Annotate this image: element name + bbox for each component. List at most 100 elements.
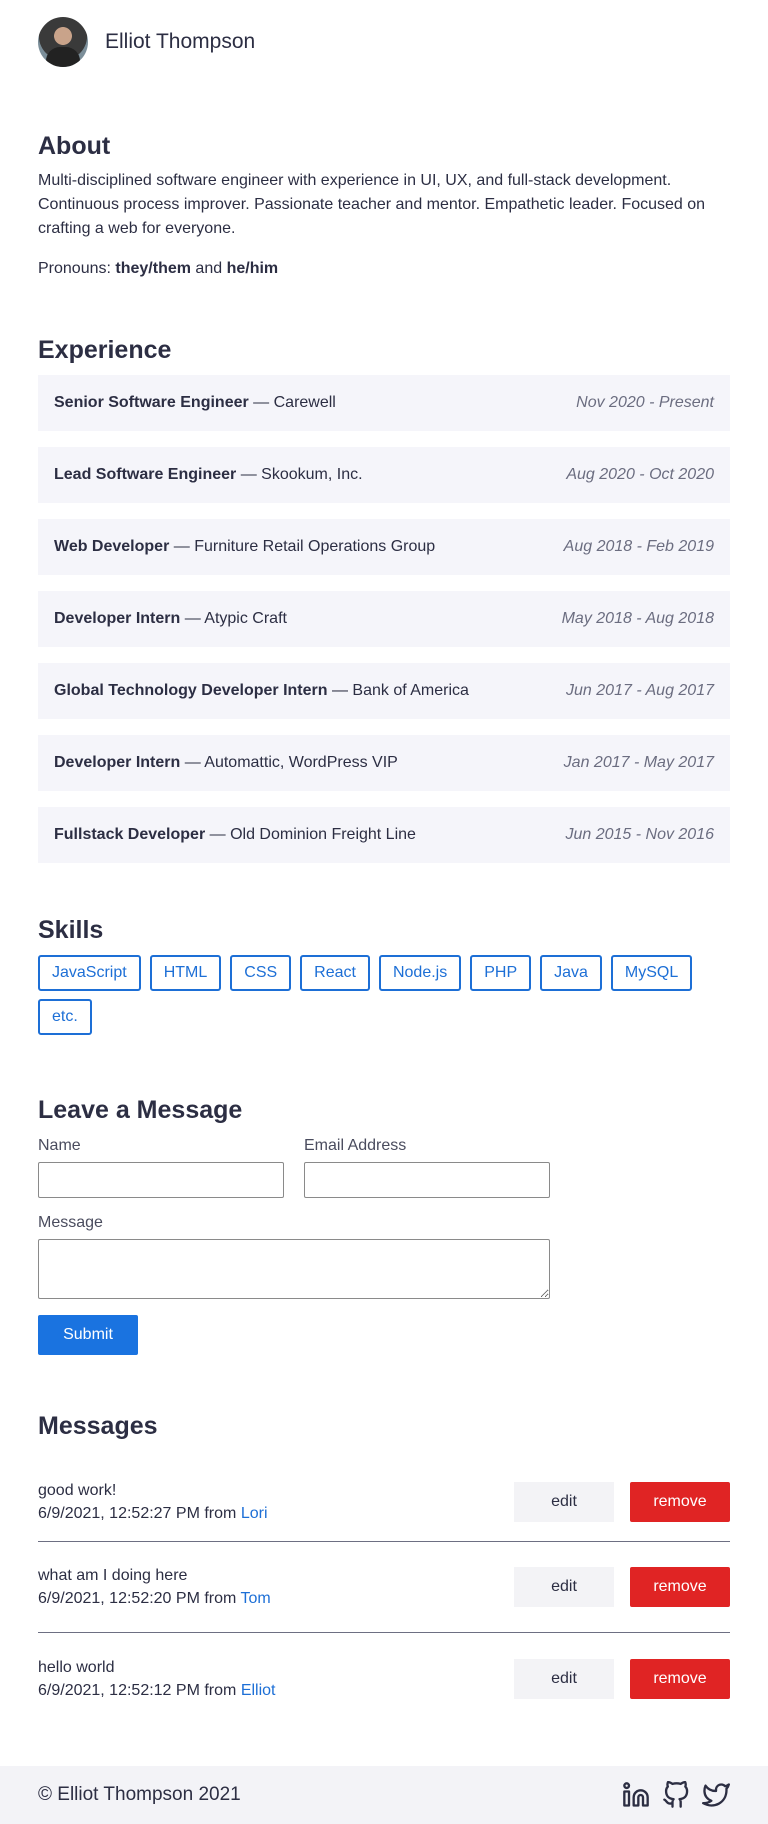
message-author-link[interactable]: Tom bbox=[241, 1590, 271, 1607]
skill-chip: MySQL bbox=[610, 955, 693, 991]
skill-chip: JavaScript bbox=[38, 955, 141, 991]
experience-title: Senior Software Engineer — Carewell bbox=[54, 394, 336, 411]
skills-section: Skills JavaScript HTML CSS React Node.js PHP J… bbox=[38, 916, 730, 1043]
experience-item: Senior Software Engineer — Carewell Nov 2… bbox=[38, 375, 730, 431]
experience-section: Experience Senior Software Engineer — Ca… bbox=[38, 336, 730, 879]
message-actions: edit remove bbox=[514, 1567, 730, 1607]
message-text: hello world bbox=[38, 1658, 115, 1676]
experience-role: Developer Intern bbox=[54, 754, 181, 771]
experience-dates: May 2018 - Aug 2018 bbox=[561, 610, 714, 627]
skill-chip: HTML bbox=[149, 955, 222, 991]
name-input[interactable] bbox=[38, 1162, 284, 1198]
message-from-label: from bbox=[204, 1681, 237, 1699]
experience-role: Developer Intern bbox=[54, 610, 181, 627]
message-item: good work! 6/9/2021, 12:52:27 PM from Lor… bbox=[38, 1463, 730, 1542]
experience-title: Global Technology Developer Intern — Ban… bbox=[54, 682, 469, 699]
message-timestamp: 6/9/2021, 12:52:27 PM bbox=[38, 1505, 200, 1522]
edit-button[interactable]: edit bbox=[514, 1567, 614, 1607]
message-actions: edit remove bbox=[514, 1482, 730, 1522]
skill-chip: Node.js bbox=[378, 955, 462, 991]
message-author-link[interactable]: Elliot bbox=[241, 1682, 276, 1699]
pronoun-they: they/them bbox=[115, 260, 191, 277]
about-bio: Multi-disciplined software engineer with… bbox=[38, 172, 706, 237]
messages-list: good work! 6/9/2021, 12:52:27 PM from Lor… bbox=[38, 1463, 730, 1724]
experience-item: Web Developer — Furniture Retail Operati… bbox=[38, 519, 730, 575]
message-actions: edit remove bbox=[514, 1658, 730, 1699]
message-meta: 6/9/2021, 12:52:12 PM from Elliot bbox=[38, 1679, 276, 1702]
experience-title: Web Developer — Furniture Retail Operati… bbox=[54, 538, 436, 555]
skill-chip: etc. bbox=[38, 999, 92, 1035]
form-heading: Leave a Message bbox=[38, 1096, 243, 1124]
experience-title: Lead Software Engineer — Skookum, Inc. bbox=[54, 466, 363, 483]
message-field-group: Message bbox=[38, 1214, 550, 1299]
experience-role: Web Developer bbox=[54, 538, 170, 555]
experience-company: Automattic, WordPress VIP bbox=[204, 754, 398, 771]
avatar bbox=[38, 17, 88, 67]
message-meta: 6/9/2021, 12:52:27 PM from Lori bbox=[38, 1502, 268, 1525]
name-label: Name bbox=[38, 1137, 81, 1154]
pronouns: Pronouns: they/them and he/him bbox=[38, 257, 730, 281]
messages-section: Messages good work! 6/9/2021, 12:52:27 PM… bbox=[38, 1412, 730, 1724]
message-textarea[interactable] bbox=[38, 1239, 550, 1299]
experience-dates: Jan 2017 - May 2017 bbox=[563, 754, 714, 771]
message-meta: 6/9/2021, 12:52:20 PM from Tom bbox=[38, 1587, 271, 1610]
twitter-icon[interactable] bbox=[702, 1781, 730, 1809]
experience-company: Bank of America bbox=[352, 682, 469, 699]
message-form: Leave a Message Name Email Address Messa… bbox=[38, 1096, 730, 1355]
experience-item: Lead Software Engineer — Skookum, Inc. Au… bbox=[38, 447, 730, 503]
experience-company: Old Dominion Freight Line bbox=[230, 826, 416, 843]
pronouns-label: Pronouns: bbox=[38, 260, 111, 277]
message-timestamp: 6/9/2021, 12:52:20 PM bbox=[38, 1590, 200, 1607]
experience-title: Developer Intern — Automattic, WordPress… bbox=[54, 754, 398, 771]
message-text: what am I doing here bbox=[38, 1567, 188, 1584]
experience-role: Fullstack Developer bbox=[54, 826, 206, 843]
experience-dates: Jun 2017 - Aug 2017 bbox=[566, 682, 714, 699]
experience-item: Developer Intern — Automattic, WordPress… bbox=[38, 735, 730, 791]
skill-chip: PHP bbox=[470, 955, 532, 991]
edit-button[interactable]: edit bbox=[514, 1482, 614, 1522]
messages-heading: Messages bbox=[38, 1412, 158, 1440]
message-item: what am I doing here 6/9/2021, 12:52:20 P… bbox=[38, 1542, 730, 1633]
skill-chip: Java bbox=[540, 955, 602, 991]
experience-dates: Aug 2018 - Feb 2019 bbox=[563, 538, 714, 555]
message-from-label: from bbox=[204, 1505, 237, 1522]
skill-chip: React bbox=[300, 955, 370, 991]
experience-item: Global Technology Developer Intern — Ban… bbox=[38, 663, 730, 719]
message-text: good work! bbox=[38, 1482, 117, 1499]
experience-company: Carewell bbox=[273, 394, 336, 411]
experience-role: Senior Software Engineer bbox=[54, 394, 249, 411]
remove-button[interactable]: remove bbox=[630, 1658, 730, 1699]
experience-company: Atypic Craft bbox=[204, 610, 287, 627]
site-name[interactable]: Elliot Thompson bbox=[105, 30, 255, 54]
pronoun-he: he/him bbox=[226, 260, 279, 277]
experience-item: Developer Intern — Atypic Craft May 2018 … bbox=[38, 591, 730, 647]
message-timestamp: 6/9/2021, 12:52:12 PM bbox=[38, 1681, 200, 1699]
experience-company: Skookum, Inc. bbox=[261, 466, 363, 483]
linkedin-icon[interactable] bbox=[622, 1781, 650, 1809]
experience-heading: Experience bbox=[38, 336, 172, 364]
email-input[interactable] bbox=[304, 1162, 550, 1198]
name-field-group: Name bbox=[38, 1137, 284, 1198]
submit-button[interactable]: Submit bbox=[38, 1315, 138, 1355]
message-body: hello world 6/9/2021, 12:52:12 PM from El… bbox=[38, 1656, 276, 1702]
edit-button[interactable]: edit bbox=[514, 1658, 614, 1699]
email-field-group: Email Address bbox=[304, 1137, 550, 1198]
remove-button[interactable]: remove bbox=[630, 1567, 730, 1607]
email-label: Email Address bbox=[304, 1137, 407, 1154]
message-body: good work! 6/9/2021, 12:52:27 PM from Lor… bbox=[38, 1479, 268, 1525]
site-header: Elliot Thompson bbox=[38, 16, 255, 68]
site-footer: © Elliot Thompson 2021 bbox=[0, 1766, 768, 1824]
experience-dates: Nov 2020 - Present bbox=[576, 394, 714, 411]
social-links bbox=[610, 1780, 730, 1809]
experience-role: Global Technology Developer Intern bbox=[54, 682, 328, 699]
experience-title: Developer Intern — Atypic Craft bbox=[54, 610, 287, 627]
skill-chip: CSS bbox=[230, 955, 292, 991]
github-icon[interactable] bbox=[662, 1780, 690, 1809]
remove-button[interactable]: remove bbox=[630, 1482, 730, 1522]
experience-role: Lead Software Engineer bbox=[54, 466, 237, 483]
message-label: Message bbox=[38, 1214, 103, 1231]
pronoun-join: and bbox=[195, 260, 223, 277]
skills-heading: Skills bbox=[38, 916, 104, 944]
message-author-link[interactable]: Lori bbox=[241, 1505, 268, 1522]
copyright: © Elliot Thompson 2021 bbox=[38, 1784, 241, 1805]
